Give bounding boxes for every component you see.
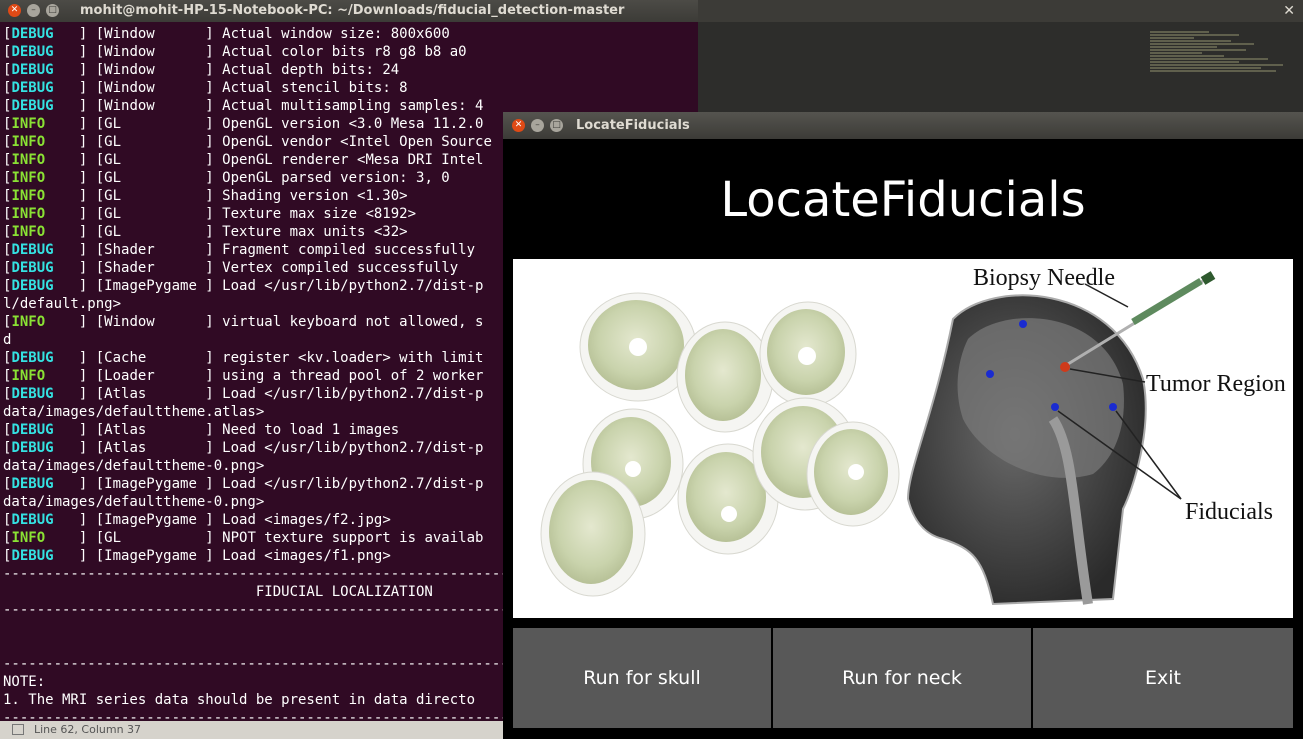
log-message: ] [GL ] Texture max size <8192> [45,206,417,222]
log-level: DEBUG [11,80,54,96]
log-level: INFO [11,224,46,240]
log-message: ] [Window ] Actual multisampling samples… [53,98,484,114]
log-level: DEBUG [11,260,54,276]
log-level: INFO [11,530,46,546]
background-editor-titlebar: ✕ [698,0,1303,22]
log-message: data/images/defaulttheme.atlas> [3,404,265,420]
log-level: DEBUG [11,386,54,402]
log-message: ] [Atlas ] Load </usr/lib/python2.7/dist… [53,440,484,456]
fiducial-marker [1051,403,1059,411]
maximize-icon[interactable]: □ [550,119,563,132]
log-level: INFO [11,314,46,330]
fiducial-marker [986,370,994,378]
run-neck-button[interactable]: Run for neck [773,628,1031,728]
log-message: ] [GL ] OpenGL vendor <Intel Open Source [45,134,492,150]
exit-button[interactable]: Exit [1033,628,1293,728]
mri-head [906,294,1147,606]
minimize-icon[interactable]: – [531,119,544,132]
log-message: ] [GL ] Texture max units <32> [45,224,408,240]
log-level: DEBUG [11,26,54,42]
log-message: ] [ImagePygame ] Load <images/f2.jpg> [53,512,391,528]
terminal-line: [DEBUG ] [Window ] Actual stencil bits: … [3,79,698,97]
app-titlebar: ✕ – □ LocateFiducials [503,112,1303,139]
log-message: ] [GL ] OpenGL renderer <Mesa DRI Intel [45,152,484,168]
log-message: ] [Shader ] Vertex compiled successfully [53,260,459,276]
log-level: DEBUG [11,512,54,528]
log-message: ] [GL ] Shading version <1.30> [45,188,408,204]
close-icon[interactable]: ✕ [1283,3,1295,19]
illustration-svg: Biopsy Needle Tumor Region Fiducials [540,265,1286,606]
label-biopsy-needle: Biopsy Needle [973,265,1115,291]
tumor-marker [1060,362,1070,372]
log-level: INFO [11,368,46,384]
log-message: ] [Atlas ] Need to load 1 images [53,422,400,438]
locatefiducials-window[interactable]: ✕ – □ LocateFiducials LocateFiducials Bi… [503,112,1303,739]
terminal-line: [DEBUG ] [Window ] Actual color bits r8 … [3,43,698,61]
log-message: ] [Loader ] using a thread pool of 2 wor… [45,368,484,384]
log-message: d [3,332,12,348]
fiducial-pads [540,292,900,597]
log-message: ] [Atlas ] Load </usr/lib/python2.7/dist… [53,386,484,402]
log-message: l/default.png> [3,296,122,312]
log-message: NOTE: [3,674,46,690]
terminal-title: mohit@mohit-HP-15-Notebook-PC: ~/Downloa… [80,3,625,18]
run-skull-button[interactable]: Run for skull [513,628,771,728]
close-icon[interactable]: ✕ [8,4,21,17]
log-message: 1. The MRI series data should be present… [3,692,476,708]
fiducial-marker [1019,320,1027,328]
log-level: DEBUG [11,476,54,492]
log-message: ] [ImagePygame ] Load </usr/lib/python2.… [53,278,484,294]
button-row: Run for skull Run for neck Exit [513,628,1293,728]
log-level: DEBUG [11,242,54,258]
log-message: ] [GL ] NPOT texture support is availab [45,530,484,546]
log-level: DEBUG [11,350,54,366]
log-level: DEBUG [11,44,54,60]
terminal-titlebar: ✕ – □ mohit@mohit-HP-15-Notebook-PC: ~/D… [0,0,698,22]
log-level: INFO [11,170,46,186]
app-window-title: LocateFiducials [576,118,690,133]
log-level: INFO [11,152,46,168]
log-message: ] [ImagePygame ] Load <images/f1.png> [53,548,391,564]
fiducials-illustration: Biopsy Needle Tumor Region Fiducials [513,259,1293,618]
log-message: ] [Window ] virtual keyboard not allowed… [45,314,484,330]
log-message: ] [Window ] Actual window size: 800x600 [53,26,450,42]
log-message: ] [GL ] OpenGL version <3.0 Mesa 11.2.0 [45,116,484,132]
log-message: ] [GL ] OpenGL parsed version: 3, 0 [45,170,450,186]
minimize-icon[interactable]: – [27,4,40,17]
log-message: ] [Window ] Actual depth bits: 24 [53,62,400,78]
app-heading: LocateFiducials [720,172,1086,228]
log-message: ] [Cache ] register <kv.loader> with lim… [53,350,484,366]
fiducial-marker [1109,403,1117,411]
panel-icon[interactable] [12,724,24,735]
code-minimap[interactable] [1150,30,1298,110]
close-icon[interactable]: ✕ [512,119,525,132]
log-level: DEBUG [11,278,54,294]
log-message: ] [Window ] Actual color bits r8 g8 b8 a… [53,44,467,60]
cursor-position: Line 62, Column 37 [34,723,142,736]
log-message: data/images/defaulttheme-0.png> [3,458,265,474]
log-level: DEBUG [11,440,54,456]
terminal-line: [DEBUG ] [Window ] Actual window size: 8… [3,25,698,43]
log-level: INFO [11,206,46,222]
log-message: ] [ImagePygame ] Load </usr/lib/python2.… [53,476,484,492]
log-message: ] [Shader ] Fragment compiled successful… [53,242,476,258]
log-level: INFO [11,188,46,204]
terminal-line: [DEBUG ] [Window ] Actual depth bits: 24 [3,61,698,79]
log-level: DEBUG [11,548,54,564]
log-level: INFO [11,134,46,150]
log-level: DEBUG [11,62,54,78]
background-editor-body [698,22,1303,112]
log-message: FIDUCIAL LOCALIZATION [3,584,433,600]
log-message: data/images/defaulttheme-0.png> [3,494,265,510]
log-level: DEBUG [11,98,54,114]
log-level: INFO [11,116,46,132]
label-tumor-region: Tumor Region [1146,371,1286,397]
log-message: ] [Window ] Actual stencil bits: 8 [53,80,408,96]
label-fiducials: Fiducials [1185,499,1273,525]
background-editor-window: ✕ [698,0,1303,112]
log-level: DEBUG [11,422,54,438]
maximize-icon[interactable]: □ [46,4,59,17]
